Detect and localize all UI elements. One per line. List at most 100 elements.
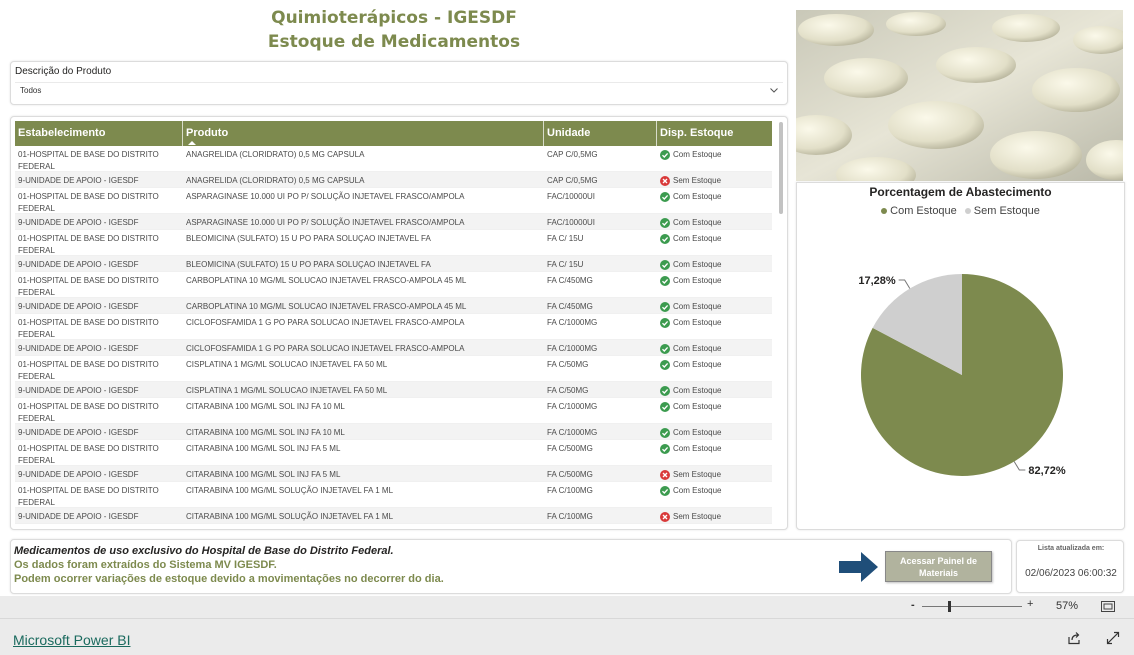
x-circle-icon	[660, 176, 670, 186]
report-canvas: Quimioterápicos - IGESDF Estoque de Medi…	[0, 0, 1134, 596]
share-icon[interactable]	[1067, 631, 1081, 645]
cell-produto: CITARABINA 100 MG/ML SOL INJ FA 10 ML	[186, 402, 345, 411]
cell-unidade: FA C/450MG	[547, 302, 593, 311]
cell-disp-estoque: Sem Estoque	[660, 175, 770, 187]
check-circle-icon	[660, 218, 670, 228]
check-circle-icon	[660, 260, 670, 270]
report-subtitle: Estoque de Medicamentos	[267, 32, 521, 52]
table-scrollbar[interactable]	[779, 121, 784, 526]
stock-status-label: Com Estoque	[673, 444, 722, 453]
cell-produto: CARBOPLATINA 10 MG/ML SOLUCAO INJETAVEL …	[186, 302, 467, 311]
column-header-unidade[interactable]: Unidade	[547, 127, 590, 139]
cell-estabelecimento: 01-HOSPITAL DE BASE DO DISTRITO FEDERAL	[18, 192, 159, 213]
column-header-estabelecimento[interactable]: Estabelecimento	[18, 127, 105, 139]
report-title: Quimioterápicos - IGESDF	[271, 8, 517, 28]
note-data-source: Os dados foram extraídos do Sistema MV I…	[14, 559, 277, 571]
pie-chart: 82,72% 17,28%	[858, 274, 1066, 477]
filter-label: Descrição do Produto	[15, 66, 112, 77]
power-bi-link[interactable]: Microsoft Power BI	[13, 632, 130, 648]
zoom-control: - + 57%	[900, 598, 1130, 616]
cell-estabelecimento: 01-HOSPITAL DE BASE DO DISTRITO FEDERAL	[18, 318, 159, 339]
table-row[interactable]: 01-HOSPITAL DE BASE DO DISTRITO FEDERAL C…	[15, 356, 772, 382]
cell-estabelecimento: 01-HOSPITAL DE BASE DO DISTRITO FEDERAL	[18, 486, 159, 507]
dropdown-value: Todos	[20, 86, 42, 95]
table-row[interactable]: 01-HOSPITAL DE BASE DO DISTRITO FEDERAL B…	[15, 230, 772, 256]
data-label: 82,72%	[1028, 465, 1066, 477]
cell-produto: BLEOMICINA (SULFATO) 15 U PO PARA SOLUÇA…	[186, 260, 431, 269]
cell-estabelecimento: 01-HOSPITAL DE BASE DO DISTRITO FEDERAL	[18, 402, 159, 423]
table-row[interactable]: 01-HOSPITAL DE BASE DO DISTRITO FEDERAL C…	[15, 398, 772, 424]
check-circle-icon	[660, 318, 670, 328]
cell-estabelecimento: 01-HOSPITAL DE BASE DO DISTRITO FEDERAL	[18, 150, 159, 171]
check-circle-icon	[660, 444, 670, 454]
column-header-produto[interactable]: Produto	[186, 127, 228, 139]
cell-unidade: CAP C/0,5MG	[547, 150, 598, 159]
expand-icon[interactable]	[1106, 631, 1120, 645]
cell-unidade: FA C/100MG	[547, 512, 593, 521]
column-divider	[656, 121, 657, 146]
column-header-disp-estoque[interactable]: Disp. Estoque	[660, 127, 733, 139]
updated-timestamp: 02/06/2023 06:00:32	[1025, 568, 1117, 579]
materials-panel-button[interactable]: Acessar Painel de Materiais	[885, 551, 992, 582]
cell-disp-estoque: Com Estoque	[660, 427, 770, 439]
chart-title: Porcentagem de Abastecimento	[869, 185, 1052, 199]
table-row[interactable]: 9-UNIDADE DE APOIO - IGESDF ASPARAGINASE …	[15, 214, 772, 230]
table-row[interactable]: 9-UNIDADE DE APOIO - IGESDF CISPLATINA 1 …	[15, 382, 772, 398]
cell-produto: CISPLATINA 1 MG/ML SOLUCAO INJETAVEL FA …	[186, 386, 388, 395]
cell-estabelecimento: 9-UNIDADE DE APOIO - IGESDF	[18, 470, 139, 479]
zoom-slider-track[interactable]	[922, 606, 1022, 607]
table-row[interactable]: 9-UNIDADE DE APOIO - IGESDF CITARABINA 10…	[15, 424, 772, 440]
cell-produto: CITARABINA 100 MG/ML SOLUÇÃO INJETAVEL F…	[186, 512, 394, 521]
stock-status-label: Com Estoque	[673, 234, 722, 243]
table-header: Estabelecimento Produto Unidade Disp. Es…	[15, 121, 772, 146]
cell-disp-estoque: Com Estoque	[660, 191, 770, 203]
table-row[interactable]: 01-HOSPITAL DE BASE DO DISTRITO FEDERAL A…	[15, 146, 772, 172]
pills-photo	[796, 10, 1123, 181]
cell-disp-estoque: Sem Estoque	[660, 511, 770, 523]
zoom-slider-thumb[interactable]	[948, 601, 951, 612]
cell-disp-estoque: Com Estoque	[660, 259, 770, 271]
cell-unidade: FA C/1000MG	[547, 344, 598, 353]
table-row[interactable]: 9-UNIDADE DE APOIO - IGESDF BLEOMICINA (S…	[15, 256, 772, 272]
table-row[interactable]: 01-HOSPITAL DE BASE DO DISTRITO FEDERAL C…	[15, 440, 772, 466]
check-circle-icon	[660, 486, 670, 496]
cell-disp-estoque: Com Estoque	[660, 149, 770, 161]
table-row[interactable]: 9-UNIDADE DE APOIO - IGESDF CITARABINA 10…	[15, 508, 772, 524]
cell-estabelecimento: 9-UNIDADE DE APOIO - IGESDF	[18, 344, 139, 353]
fit-to-page-icon[interactable]	[1101, 601, 1115, 612]
table-row[interactable]: 01-HOSPITAL DE BASE DO DISTRITO FEDERAL C…	[15, 314, 772, 340]
cell-produto: BLEOMICINA (SULFATO) 15 U PO PARA SOLUÇA…	[186, 234, 431, 243]
note-exclusive-use: Medicamentos de uso exclusivo do Hospita…	[14, 545, 394, 557]
stock-status-label: Com Estoque	[673, 318, 722, 327]
cell-produto: ANAGRELIDA (CLORIDRATO) 0,5 MG CAPSULA	[186, 176, 365, 185]
scrollbar-thumb[interactable]	[779, 122, 783, 214]
cell-produto: ASPARAGINASE 10.000 UI PO P/ SOLUÇÃO INJ…	[186, 218, 465, 227]
zoom-out-button[interactable]: -	[911, 599, 915, 611]
table-row[interactable]: 01-HOSPITAL DE BASE DO DISTRITO FEDERAL C…	[15, 482, 772, 508]
table-row[interactable]: 9-UNIDADE DE APOIO - IGESDF ANAGRELIDA (C…	[15, 172, 772, 188]
cell-disp-estoque: Com Estoque	[660, 317, 770, 329]
legend-item-com-estoque[interactable]: Com Estoque	[881, 205, 957, 217]
cell-produto: ASPARAGINASE 10.000 UI PO P/ SOLUÇÃO INJ…	[186, 192, 465, 201]
cell-disp-estoque: Com Estoque	[660, 385, 770, 397]
stock-status-label: Com Estoque	[673, 386, 722, 395]
table-row[interactable]: 9-UNIDADE DE APOIO - IGESDF CITARABINA 10…	[15, 466, 772, 482]
cell-produto: CITARABINA 100 MG/ML SOL INJ FA 5 ML	[186, 470, 341, 479]
zoom-in-button[interactable]: +	[1027, 598, 1033, 610]
table-row[interactable]: 9-UNIDADE DE APOIO - IGESDF CARBOPLATINA …	[15, 298, 772, 314]
legend-item-sem-estoque[interactable]: Sem Estoque	[964, 205, 1040, 217]
table-row[interactable]: 01-HOSPITAL DE BASE DO DISTRITO FEDERAL C…	[15, 272, 772, 298]
cell-estabelecimento: 9-UNIDADE DE APOIO - IGESDF	[18, 386, 139, 395]
product-dropdown[interactable]: Todos	[15, 82, 783, 100]
table-row[interactable]: 9-UNIDADE DE APOIO - IGESDF CICLOFOSFAMID…	[15, 340, 772, 356]
check-circle-icon	[660, 402, 670, 412]
cell-produto: CITARABINA 100 MG/ML SOLUÇÃO INJETAVEL F…	[186, 486, 394, 495]
info-notes: Medicamentos de uso exclusivo do Hospita…	[10, 539, 1012, 594]
table-body: 01-HOSPITAL DE BASE DO DISTRITO FEDERAL A…	[15, 146, 772, 526]
stock-status-label: Com Estoque	[673, 486, 722, 495]
table-row[interactable]: 01-HOSPITAL DE BASE DO DISTRITO FEDERAL A…	[15, 188, 772, 214]
data-label-leader	[1013, 461, 1026, 471]
cell-unidade: FAC/10000UI	[547, 218, 596, 227]
stock-status-label: Com Estoque	[673, 192, 722, 201]
cell-unidade: FA C/50MG	[547, 360, 589, 369]
